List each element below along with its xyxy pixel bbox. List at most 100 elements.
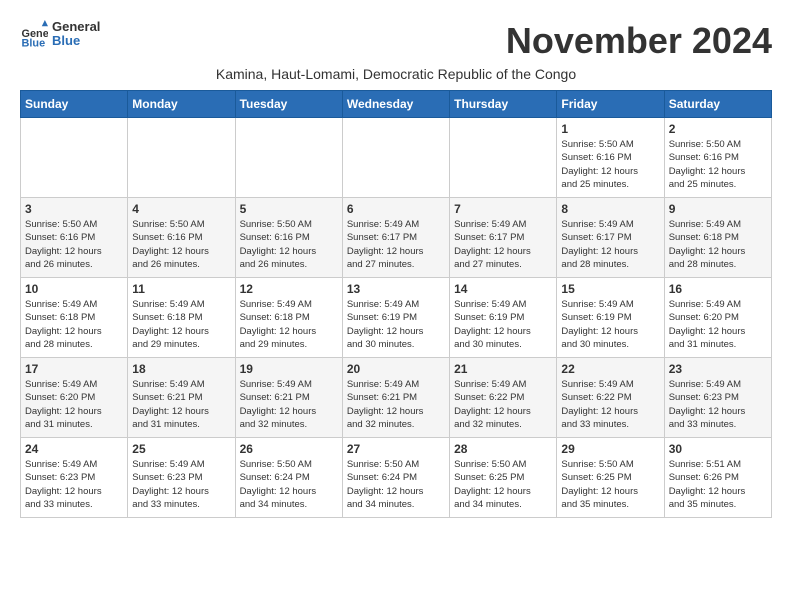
day-info: Sunrise: 5:50 AM Sunset: 6:16 PM Dayligh… bbox=[132, 218, 230, 271]
calendar-cell bbox=[21, 118, 128, 198]
logo-icon: General Blue bbox=[20, 20, 48, 48]
calendar-cell: 7 Sunrise: 5:49 AM Sunset: 6:17 PM Daylig… bbox=[450, 198, 557, 278]
calendar-week-5: 24 Sunrise: 5:49 AM Sunset: 6:23 PM Dayli… bbox=[21, 438, 772, 518]
calendar-cell bbox=[450, 118, 557, 198]
calendar-cell: 21 Sunrise: 5:49 AM Sunset: 6:22 PM Dayli… bbox=[450, 358, 557, 438]
calendar-body: 1 Sunrise: 5:50 AM Sunset: 6:16 PM Daylig… bbox=[21, 118, 772, 518]
calendar-cell: 29 Sunrise: 5:50 AM Sunset: 6:25 PM Dayli… bbox=[557, 438, 664, 518]
day-info: Sunrise: 5:50 AM Sunset: 6:24 PM Dayligh… bbox=[347, 458, 445, 511]
day-info: Sunrise: 5:49 AM Sunset: 6:18 PM Dayligh… bbox=[669, 218, 767, 271]
calendar-cell: 5 Sunrise: 5:50 AM Sunset: 6:16 PM Daylig… bbox=[235, 198, 342, 278]
calendar-table: SundayMondayTuesdayWednesdayThursdayFrid… bbox=[20, 90, 772, 518]
calendar-header: SundayMondayTuesdayWednesdayThursdayFrid… bbox=[21, 91, 772, 118]
day-header-wednesday: Wednesday bbox=[342, 91, 449, 118]
day-number: 7 bbox=[454, 202, 552, 216]
day-info: Sunrise: 5:50 AM Sunset: 6:16 PM Dayligh… bbox=[25, 218, 123, 271]
day-number: 30 bbox=[669, 442, 767, 456]
calendar-cell: 15 Sunrise: 5:49 AM Sunset: 6:19 PM Dayli… bbox=[557, 278, 664, 358]
calendar-week-2: 3 Sunrise: 5:50 AM Sunset: 6:16 PM Daylig… bbox=[21, 198, 772, 278]
day-number: 20 bbox=[347, 362, 445, 376]
day-info: Sunrise: 5:49 AM Sunset: 6:23 PM Dayligh… bbox=[669, 378, 767, 431]
day-number: 8 bbox=[561, 202, 659, 216]
day-info: Sunrise: 5:49 AM Sunset: 6:17 PM Dayligh… bbox=[454, 218, 552, 271]
calendar-cell: 30 Sunrise: 5:51 AM Sunset: 6:26 PM Dayli… bbox=[664, 438, 771, 518]
calendar-cell: 18Sunrise: 5:49 AM Sunset: 6:21 PM Dayli… bbox=[128, 358, 235, 438]
calendar-week-3: 10 Sunrise: 5:49 AM Sunset: 6:18 PM Dayli… bbox=[21, 278, 772, 358]
day-info: Sunrise: 5:49 AM Sunset: 6:23 PM Dayligh… bbox=[25, 458, 123, 511]
day-info: Sunrise: 5:49 AM Sunset: 6:21 PM Dayligh… bbox=[347, 378, 445, 431]
calendar-cell: 8Sunrise: 5:49 AM Sunset: 6:17 PM Daylig… bbox=[557, 198, 664, 278]
header: General Blue General Blue November 2024 bbox=[20, 20, 772, 62]
day-number: 3 bbox=[25, 202, 123, 216]
day-info: Sunrise: 5:49 AM Sunset: 6:20 PM Dayligh… bbox=[25, 378, 123, 431]
day-header-tuesday: Tuesday bbox=[235, 91, 342, 118]
logo: General Blue General Blue bbox=[20, 20, 100, 49]
calendar-week-1: 1 Sunrise: 5:50 AM Sunset: 6:16 PM Daylig… bbox=[21, 118, 772, 198]
day-number: 2 bbox=[669, 122, 767, 136]
day-info: Sunrise: 5:49 AM Sunset: 6:23 PM Dayligh… bbox=[132, 458, 230, 511]
day-info: Sunrise: 5:49 AM Sunset: 6:21 PM Dayligh… bbox=[240, 378, 338, 431]
calendar-cell: 4Sunrise: 5:50 AM Sunset: 6:16 PM Daylig… bbox=[128, 198, 235, 278]
day-info: Sunrise: 5:50 AM Sunset: 6:16 PM Dayligh… bbox=[669, 138, 767, 191]
day-info: Sunrise: 5:49 AM Sunset: 6:22 PM Dayligh… bbox=[561, 378, 659, 431]
day-info: Sunrise: 5:49 AM Sunset: 6:20 PM Dayligh… bbox=[669, 298, 767, 351]
day-info: Sunrise: 5:49 AM Sunset: 6:19 PM Dayligh… bbox=[347, 298, 445, 351]
day-number: 19 bbox=[240, 362, 338, 376]
day-number: 12 bbox=[240, 282, 338, 296]
calendar-cell: 22 Sunrise: 5:49 AM Sunset: 6:22 PM Dayli… bbox=[557, 358, 664, 438]
calendar-cell bbox=[342, 118, 449, 198]
day-info: Sunrise: 5:49 AM Sunset: 6:18 PM Dayligh… bbox=[240, 298, 338, 351]
logo-line2: Blue bbox=[52, 34, 100, 48]
calendar-cell: 14Sunrise: 5:49 AM Sunset: 6:19 PM Dayli… bbox=[450, 278, 557, 358]
calendar-cell: 28 Sunrise: 5:50 AM Sunset: 6:25 PM Dayli… bbox=[450, 438, 557, 518]
calendar-cell: 24 Sunrise: 5:49 AM Sunset: 6:23 PM Dayli… bbox=[21, 438, 128, 518]
day-number: 13 bbox=[347, 282, 445, 296]
calendar-cell: 3 Sunrise: 5:50 AM Sunset: 6:16 PM Daylig… bbox=[21, 198, 128, 278]
day-number: 18 bbox=[132, 362, 230, 376]
day-info: Sunrise: 5:49 AM Sunset: 6:19 PM Dayligh… bbox=[561, 298, 659, 351]
day-number: 16 bbox=[669, 282, 767, 296]
calendar-cell: 9Sunrise: 5:49 AM Sunset: 6:18 PM Daylig… bbox=[664, 198, 771, 278]
day-number: 6 bbox=[347, 202, 445, 216]
calendar-cell: 27 Sunrise: 5:50 AM Sunset: 6:24 PM Dayli… bbox=[342, 438, 449, 518]
day-number: 23 bbox=[669, 362, 767, 376]
day-header-friday: Friday bbox=[557, 91, 664, 118]
day-info: Sunrise: 5:50 AM Sunset: 6:16 PM Dayligh… bbox=[240, 218, 338, 271]
day-info: Sunrise: 5:50 AM Sunset: 6:25 PM Dayligh… bbox=[454, 458, 552, 511]
day-number: 28 bbox=[454, 442, 552, 456]
svg-text:Blue: Blue bbox=[22, 38, 46, 49]
calendar-cell: 25Sunrise: 5:49 AM Sunset: 6:23 PM Dayli… bbox=[128, 438, 235, 518]
day-number: 11 bbox=[132, 282, 230, 296]
day-number: 17 bbox=[25, 362, 123, 376]
calendar-cell: 26 Sunrise: 5:50 AM Sunset: 6:24 PM Dayli… bbox=[235, 438, 342, 518]
day-number: 22 bbox=[561, 362, 659, 376]
day-number: 10 bbox=[25, 282, 123, 296]
calendar-cell: 6 Sunrise: 5:49 AM Sunset: 6:17 PM Daylig… bbox=[342, 198, 449, 278]
day-info: Sunrise: 5:50 AM Sunset: 6:25 PM Dayligh… bbox=[561, 458, 659, 511]
day-number: 15 bbox=[561, 282, 659, 296]
day-number: 26 bbox=[240, 442, 338, 456]
day-info: Sunrise: 5:50 AM Sunset: 6:16 PM Dayligh… bbox=[561, 138, 659, 191]
calendar-week-4: 17 Sunrise: 5:49 AM Sunset: 6:20 PM Dayli… bbox=[21, 358, 772, 438]
calendar-cell: 11Sunrise: 5:49 AM Sunset: 6:18 PM Dayli… bbox=[128, 278, 235, 358]
calendar-cell: 10 Sunrise: 5:49 AM Sunset: 6:18 PM Dayli… bbox=[21, 278, 128, 358]
calendar-cell bbox=[235, 118, 342, 198]
calendar-cell bbox=[128, 118, 235, 198]
day-number: 24 bbox=[25, 442, 123, 456]
day-info: Sunrise: 5:49 AM Sunset: 6:22 PM Dayligh… bbox=[454, 378, 552, 431]
calendar-cell: 17 Sunrise: 5:49 AM Sunset: 6:20 PM Dayli… bbox=[21, 358, 128, 438]
day-number: 21 bbox=[454, 362, 552, 376]
day-info: Sunrise: 5:49 AM Sunset: 6:18 PM Dayligh… bbox=[25, 298, 123, 351]
calendar-cell: 20 Sunrise: 5:49 AM Sunset: 6:21 PM Dayli… bbox=[342, 358, 449, 438]
day-number: 5 bbox=[240, 202, 338, 216]
day-number: 29 bbox=[561, 442, 659, 456]
day-header-thursday: Thursday bbox=[450, 91, 557, 118]
day-number: 1 bbox=[561, 122, 659, 136]
day-info: Sunrise: 5:51 AM Sunset: 6:26 PM Dayligh… bbox=[669, 458, 767, 511]
calendar-cell: 1 Sunrise: 5:50 AM Sunset: 6:16 PM Daylig… bbox=[557, 118, 664, 198]
day-header-monday: Monday bbox=[128, 91, 235, 118]
day-info: Sunrise: 5:50 AM Sunset: 6:24 PM Dayligh… bbox=[240, 458, 338, 511]
calendar-cell: 16 Sunrise: 5:49 AM Sunset: 6:20 PM Dayli… bbox=[664, 278, 771, 358]
day-number: 27 bbox=[347, 442, 445, 456]
day-info: Sunrise: 5:49 AM Sunset: 6:17 PM Dayligh… bbox=[347, 218, 445, 271]
